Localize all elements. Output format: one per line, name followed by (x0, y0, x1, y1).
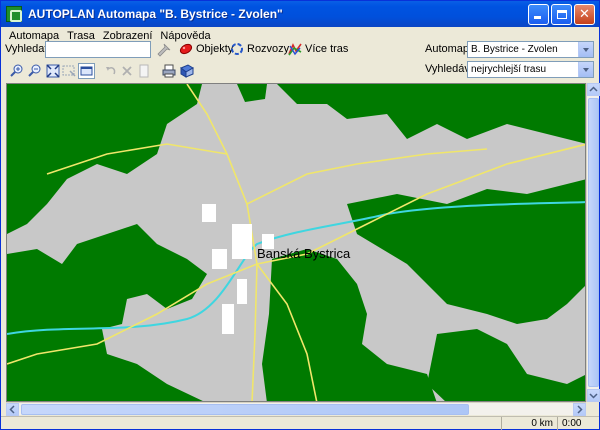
status-time: 0:00 (557, 417, 597, 430)
zoom-extent-icon[interactable] (45, 63, 61, 79)
status-distance: 0 km (501, 417, 557, 430)
close-icon: ✕ (579, 7, 590, 22)
chevron-down-icon (589, 393, 598, 399)
vertical-scrollbar[interactable] (586, 83, 600, 402)
automapa-value: B. Bystrice - Zvolen (471, 44, 558, 55)
horizontal-scrollbar[interactable] (6, 402, 586, 416)
city-label: Banská Bystrica (257, 246, 351, 261)
page-icon[interactable] (136, 63, 152, 79)
book-icon[interactable] (179, 63, 195, 79)
minimize-button[interactable] (528, 4, 549, 25)
undo-icon[interactable] (103, 63, 119, 79)
search-label: Vyhledat: (5, 43, 51, 55)
objekty-label: Objekty (196, 43, 234, 55)
print-icon[interactable] (161, 63, 177, 79)
chevron-down-icon[interactable] (578, 42, 593, 57)
scroll-right-button[interactable] (573, 403, 586, 416)
title-bar[interactable]: AUTOPLAN Automapa "B. Bystrice - Zvolen"… (1, 1, 599, 27)
vyhledavat-select[interactable]: nejrychlejší trasu (467, 61, 594, 78)
map-canvas[interactable]: Banská Bystrica (6, 83, 586, 402)
scroll-left-button[interactable] (6, 403, 19, 416)
scroll-up-button[interactable] (587, 83, 600, 96)
minimize-icon (534, 16, 541, 19)
app-icon[interactable] (6, 6, 22, 22)
vyhledavat-value: nejrychlejší trasu (471, 64, 547, 75)
automapa-select[interactable]: B. Bystrice - Zvolen (467, 41, 594, 58)
app-window: AUTOPLAN Automapa "B. Bystrice - Zvolen"… (0, 0, 600, 430)
vice-tras-button[interactable]: Více tras (288, 42, 348, 56)
chevron-left-icon (9, 405, 15, 414)
search-go-icon[interactable] (156, 42, 172, 58)
zoom-window-icon[interactable] (61, 63, 77, 79)
zoom-in-icon[interactable] (9, 63, 25, 79)
multi-route-icon (288, 43, 302, 56)
rozvozy-button[interactable]: Rozvozy (230, 42, 289, 56)
delete-icon[interactable] (119, 63, 135, 79)
horizontal-scroll-thumb[interactable] (21, 404, 469, 415)
map-frame-icon[interactable] (78, 63, 95, 79)
forest-areas (7, 84, 585, 401)
window-controls: ✕ (528, 4, 595, 25)
chevron-down-icon[interactable] (578, 62, 593, 77)
vice-tras-label: Více tras (305, 43, 349, 55)
maximize-icon (557, 10, 567, 19)
rozvozy-icon (231, 43, 243, 55)
vertical-scroll-thumb[interactable] (588, 98, 599, 387)
status-bar: 0 km 0:00 (1, 416, 599, 430)
close-button[interactable]: ✕ (574, 4, 595, 25)
window-title: AUTOPLAN Automapa "B. Bystrice - Zvolen" (28, 7, 283, 21)
search-toolbar: Vyhledat: Objekty Rozvozy Více tras Auto… (1, 39, 599, 61)
map-toolbar: Vyhledávat nejrychlejší trasu (1, 61, 599, 81)
objekty-button[interactable]: Objekty (179, 42, 233, 56)
search-input[interactable] (45, 41, 151, 58)
chevron-right-icon (577, 405, 583, 414)
zoom-out-icon[interactable] (27, 63, 43, 79)
scroll-down-button[interactable] (587, 389, 600, 402)
map-graphic[interactable] (7, 84, 586, 402)
rozvozy-label: Rozvozy (247, 43, 290, 55)
chevron-up-icon (589, 86, 598, 92)
objects-pin-icon (179, 43, 193, 55)
maximize-button[interactable] (551, 4, 572, 25)
